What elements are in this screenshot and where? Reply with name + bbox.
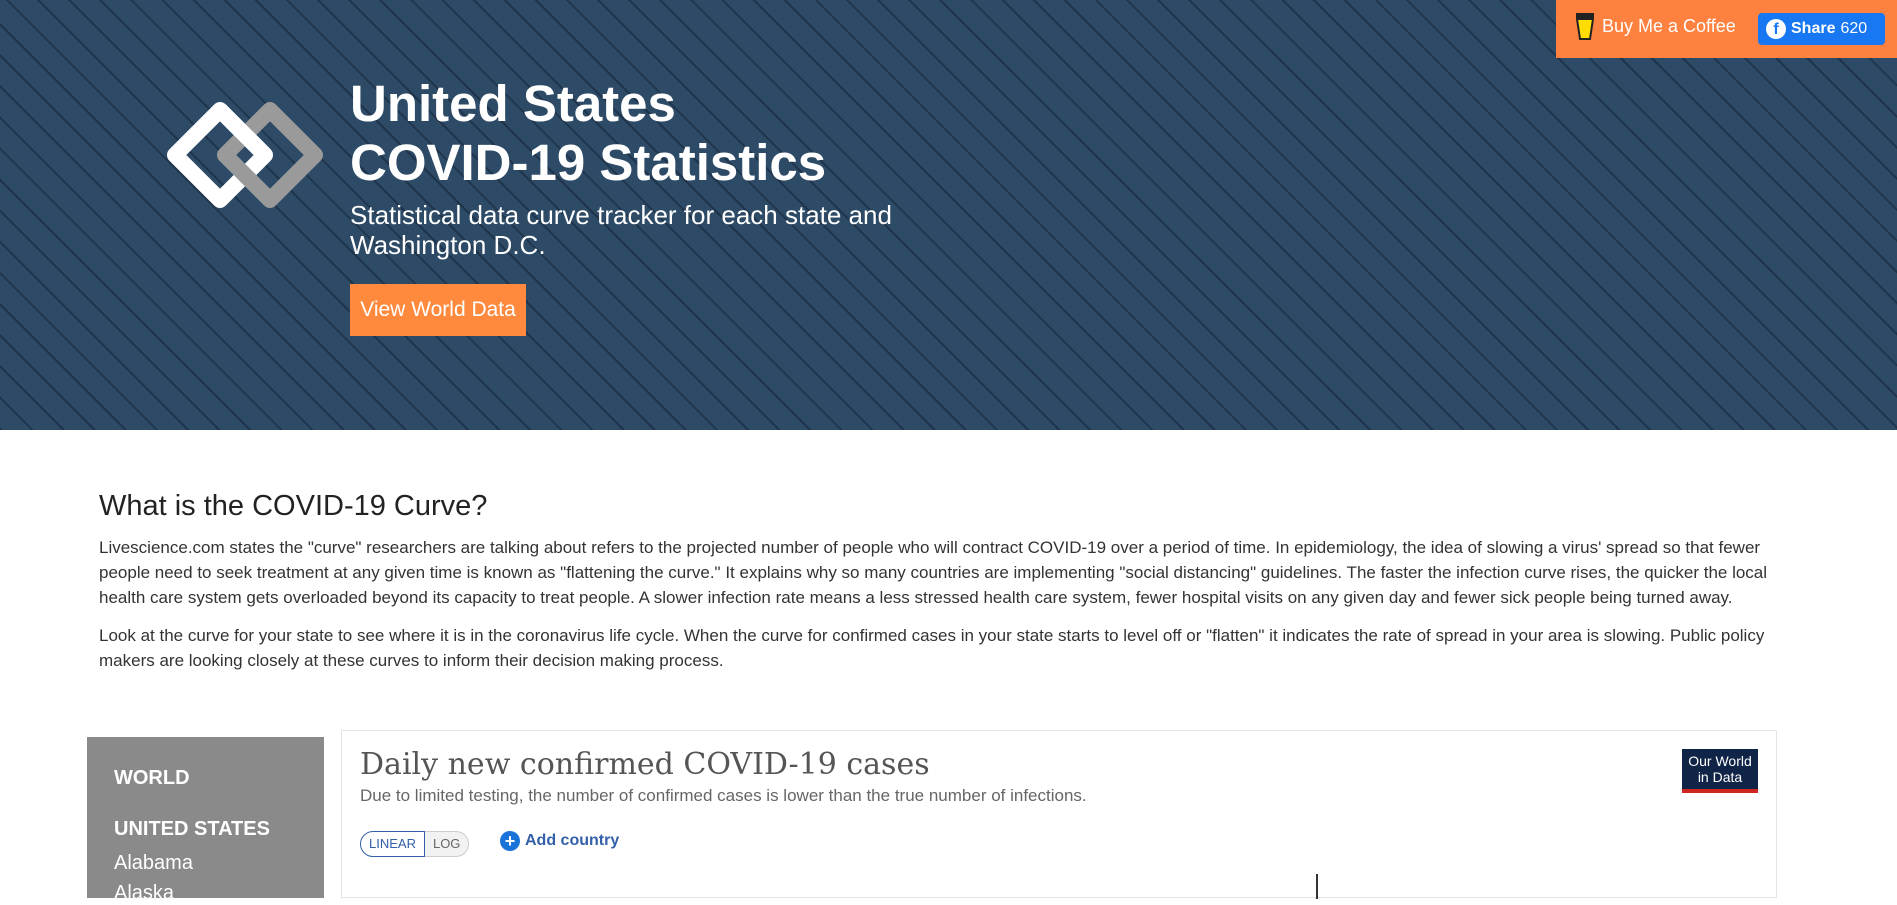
page-title-line2: COVID-19 Statistics xyxy=(350,134,827,191)
region-sidebar: WORLD UNITED STATES Alabama Alaska xyxy=(87,737,324,904)
buy-me-a-coffee-button[interactable]: Buy Me a Coffee xyxy=(1574,10,1736,42)
paragraph-1: Livescience.com states the "curve" resea… xyxy=(99,538,1768,607)
add-country-label: Add country xyxy=(525,832,620,849)
coffee-label: Buy Me a Coffee xyxy=(1602,15,1736,36)
sidebar-item-alaska[interactable]: Alaska xyxy=(114,882,174,905)
paragraph-2: Look at the curve for your state to see … xyxy=(99,626,1765,670)
sidebar-item-world[interactable]: WORLD xyxy=(114,767,190,790)
linear-scale-button[interactable]: LINEAR xyxy=(360,831,425,857)
top-action-bar: Buy Me a Coffee f Share 620 xyxy=(1556,0,1897,58)
add-country-button[interactable]: + Add country xyxy=(500,831,619,851)
facebook-icon: f xyxy=(1766,19,1786,39)
chart-hover-line xyxy=(1316,874,1318,899)
logo-line1: Our World xyxy=(1688,753,1752,769)
page-title: United States COVID-19 Statistics xyxy=(350,74,826,192)
scale-toggle: LINEAR LOG xyxy=(360,831,470,857)
sidebar-item-alabama[interactable]: Alabama xyxy=(114,852,193,875)
site-logo-icon xyxy=(167,102,323,208)
hero-banner: United States COVID-19 Statistics Statis… xyxy=(0,0,1897,430)
page-subtitle: Statistical data curve tracker for each … xyxy=(350,200,892,260)
chart-subtitle: Due to limited testing, the number of co… xyxy=(360,786,1087,805)
curve-explainer: What is the COVID-19 Curve? Livescience.… xyxy=(99,490,1799,686)
our-world-in-data-logo[interactable]: Our World in Data xyxy=(1682,749,1758,793)
log-scale-button[interactable]: LOG xyxy=(424,831,470,857)
coffee-cup-icon xyxy=(1575,13,1595,40)
section-heading: What is the COVID-19 Curve? xyxy=(99,490,488,522)
facebook-share-button[interactable]: f Share 620 xyxy=(1758,13,1885,45)
share-count: 620 xyxy=(1840,20,1868,37)
logo-line2: in Data xyxy=(1697,769,1743,785)
view-world-data-button[interactable]: View World Data xyxy=(350,284,526,336)
plus-icon: + xyxy=(500,831,520,851)
chart-title: Daily new confirmed COVID-19 cases xyxy=(360,747,930,782)
sidebar-item-united-states[interactable]: UNITED STATES xyxy=(114,818,270,841)
share-label: Share xyxy=(1791,20,1836,37)
chart-card: Daily new confirmed COVID-19 cases Due t… xyxy=(341,730,1777,899)
page-title-line1: United States xyxy=(350,75,676,132)
